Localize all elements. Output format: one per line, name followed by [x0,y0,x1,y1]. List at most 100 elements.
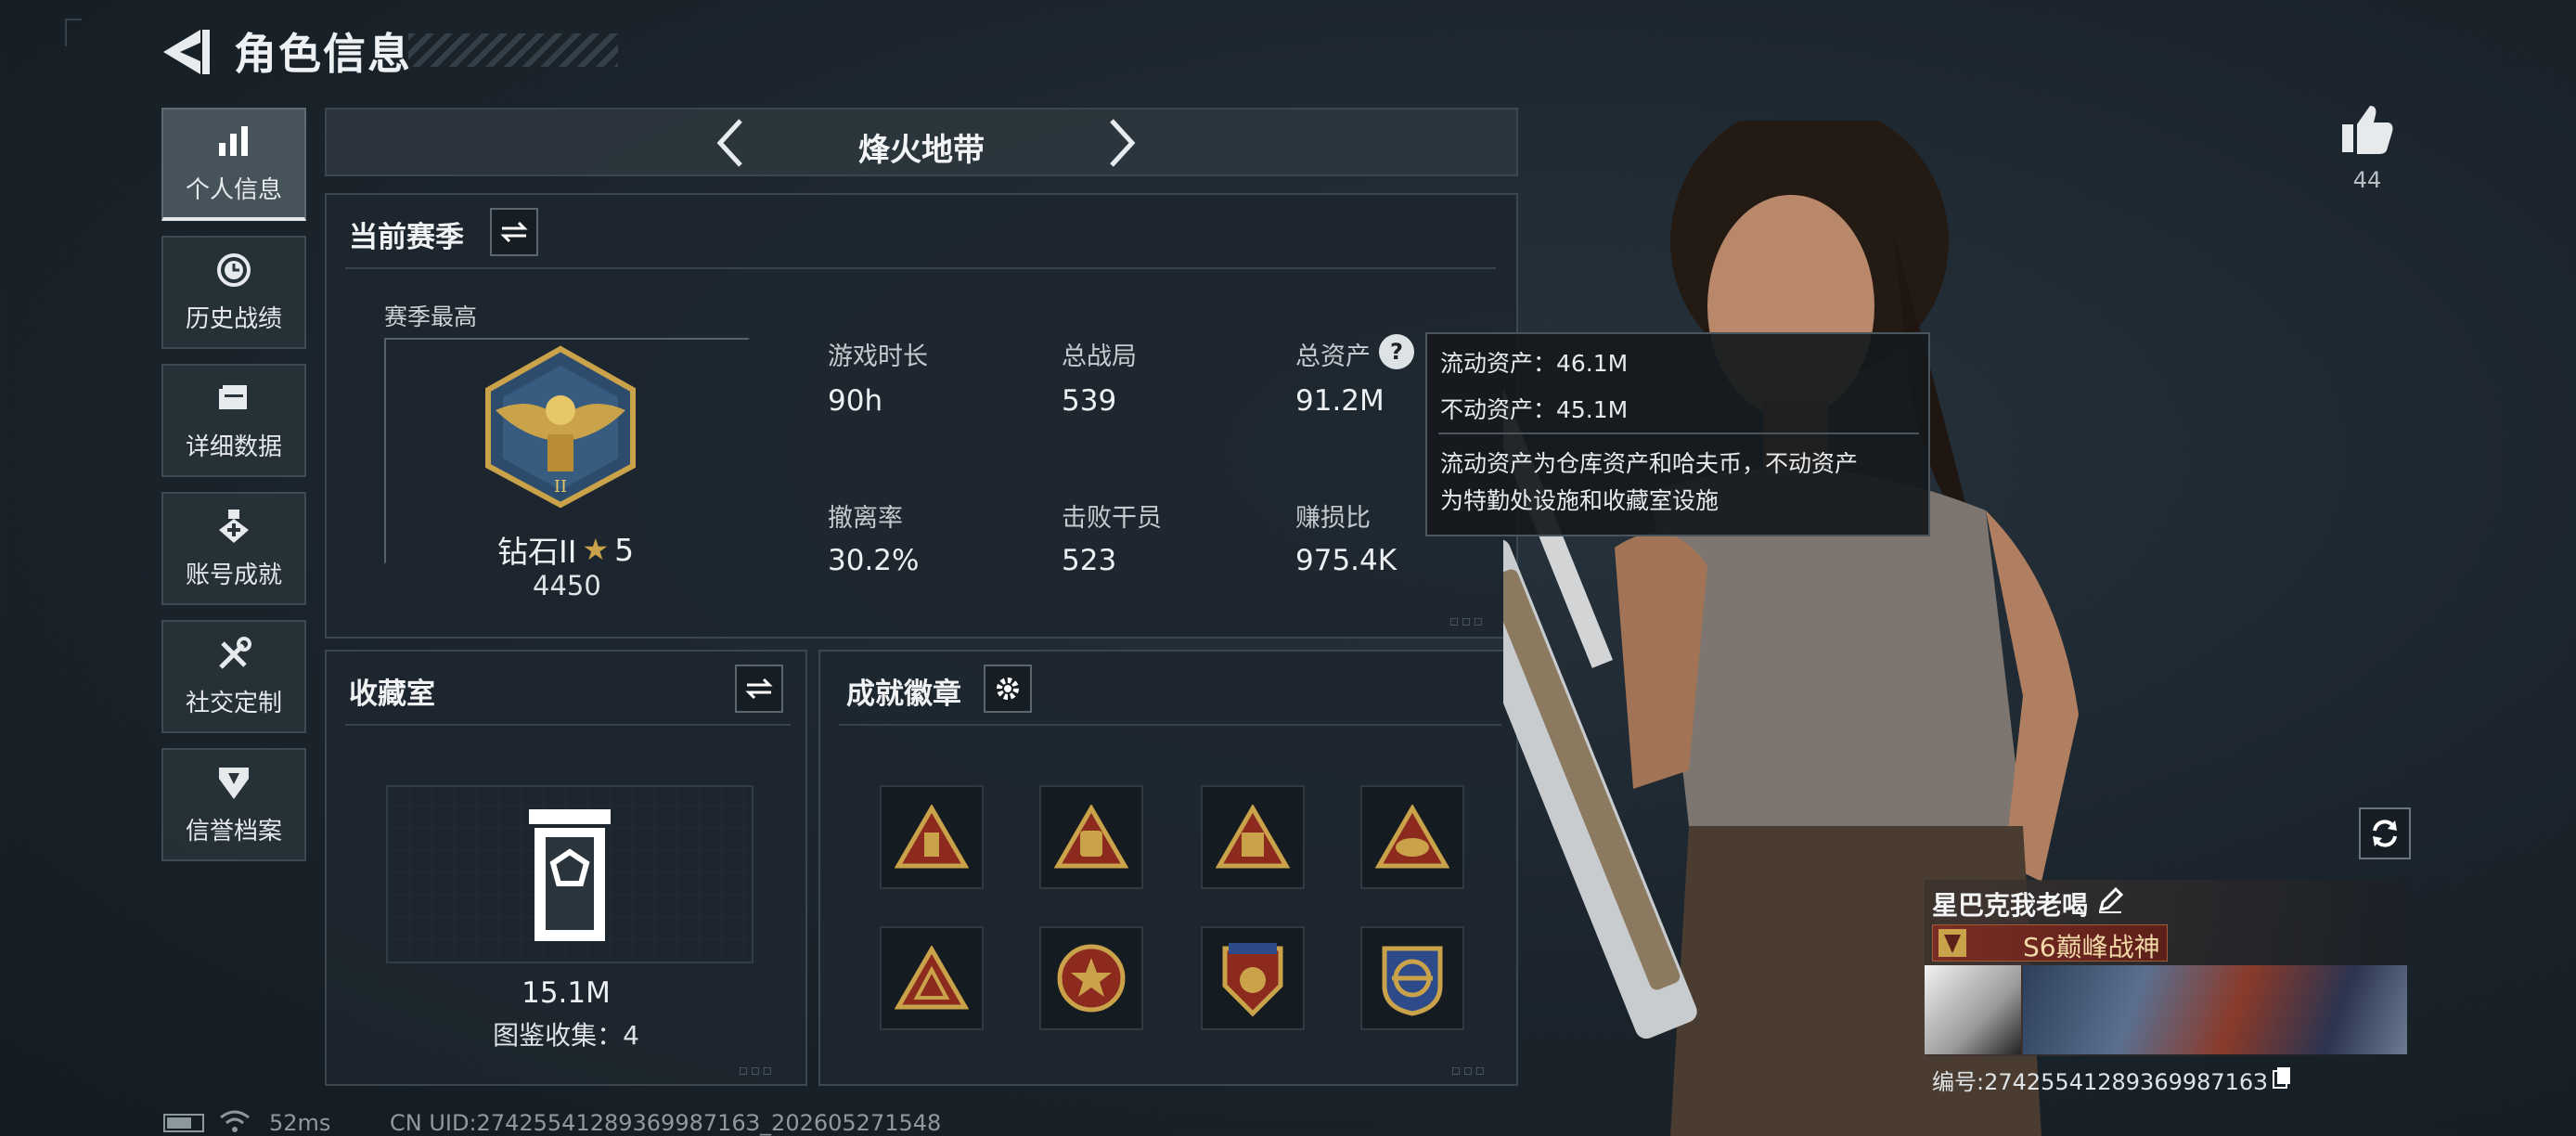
achievement-badge[interactable] [1201,785,1305,889]
sidebar-item-achievements[interactable]: 账号成就 [161,492,306,605]
mode-next-button[interactable] [1091,115,1147,171]
refresh-button[interactable] [2359,807,2411,859]
pencil-icon [2098,886,2124,913]
achievements-panel: 成就徽章 ◻◻◻ [818,650,1518,1086]
sidebar-item-history[interactable]: 历史战绩 [161,236,306,349]
rank-stars: 5 [614,531,635,568]
achievement-badge[interactable] [1039,785,1143,889]
achievements-settings-button[interactable] [984,665,1032,713]
stat-value: 30.2% [828,544,920,577]
stat-label: 撤离率 [828,504,903,533]
achievement-badge[interactable] [1360,785,1464,889]
mode-label: 烽火地带 [858,132,985,169]
stat-value: 90h [828,384,883,418]
page-title: 角色信息 [234,29,412,79]
sidebar-item-label: 历史战绩 [185,304,282,333]
collection-panel: 收藏室 15.1M 图鉴收集：4 ◻◻◻ [325,650,807,1086]
rank-emblem-icon: II [477,345,644,509]
sidebar-item-label: 详细数据 [185,432,282,461]
achievement-badge[interactable] [880,926,984,1030]
season-switch-button[interactable] [490,208,538,256]
gear-icon [997,678,1019,700]
round-badge-icon [1057,944,1126,1013]
stat-value: 523 [1062,544,1117,577]
ping-readout: 52ms [269,1110,331,1136]
sidebar-item-label: 账号成就 [185,561,282,589]
edit-name-button[interactable] [2095,885,2125,915]
achievement-badge[interactable] [1039,926,1143,1030]
swap-icon [745,678,773,700]
rank-points: 4450 [533,570,601,601]
sidebar-item-personal-info[interactable]: 个人信息 [161,108,306,221]
stat-label: 总战局 [1062,342,1137,371]
collection-catalog: 图鉴收集：4 [493,1020,639,1051]
tooltip-desc-line2: 为特勤处设施和收藏室设施 [1440,487,1719,514]
stat-value: 91.2M [1295,384,1385,418]
credit-shield-icon [215,764,252,801]
wifi-icon [219,1108,251,1134]
star-icon: ★ [582,532,610,567]
chevron-right-icon [1110,119,1136,167]
stat-label: 击败干员 [1062,504,1162,533]
corner-dots: ◻◻◻ [739,1064,775,1077]
triangle-badge-icon [895,946,969,1010]
rank-line: 钻石II ★ 5 [497,527,634,572]
copy-icon[interactable] [2272,1065,2292,1090]
player-id: 编号:2742554128936998716З [1932,1069,2268,1095]
refresh-icon [2373,820,2397,847]
player-name: 星巴克我老喝 [1932,890,2089,921]
achievement-badge[interactable] [1201,926,1305,1030]
tooltip-desc-line1: 流动资产为仓库资产和哈夫币，不动资产 [1440,450,1859,477]
sidebar-item-label: 信誉档案 [185,817,282,846]
title-decoration [408,33,618,67]
title-emblem-icon [1938,929,1966,957]
collection-preview[interactable] [386,785,753,963]
history-clock-icon [215,252,252,289]
sidebar-item-label: 社交定制 [185,689,282,717]
achievement-badge[interactable] [880,785,984,889]
assets-tooltip: 流动资产：46.1M 不动资产：45.1M 流动资产为仓库资产和哈夫币，不动资产… [1425,332,1930,536]
folder-icon [215,380,252,417]
sidebar-item-credit[interactable]: 信誉档案 [161,748,306,861]
season-best-label: 赛季最高 [384,303,478,330]
sidebar-item-social[interactable]: 社交定制 [161,620,306,733]
tooltip-liquid-assets: 流动资产：46.1M [1440,350,1629,377]
stat-label: 赚损比 [1295,504,1371,533]
back-button[interactable] [160,26,215,78]
player-title: S6巅峰战神 [2023,932,2160,962]
bar-chart-icon [215,123,252,160]
tooltip-divider [1438,432,1919,434]
achievement-badge[interactable] [1360,926,1464,1030]
achievements-title: 成就徽章 [846,678,961,711]
like-button[interactable] [2338,100,2396,158]
corner-decoration [65,19,82,46]
battery-icon [163,1114,204,1132]
rank-name: 钻石II [497,534,577,570]
avatar[interactable] [1925,965,2021,1054]
mode-selector: 烽火地带 [325,108,1518,176]
triangle-badge-icon [1054,805,1128,869]
profile-banner [2023,965,2407,1054]
svg-text:II: II [554,477,567,497]
sidebar-item-label: 个人信息 [185,175,282,204]
back-arrow-icon [163,30,210,74]
season-panel: 当前赛季 赛季最高 II 钻石II ★ 5 4450 游戏时长 90h 总战局 … [325,193,1518,639]
achievement-icon [215,508,252,545]
vault-icon [529,809,611,941]
triangle-badge-icon [1375,805,1449,869]
collection-title: 收藏室 [349,678,435,711]
round-badge-icon [1382,946,1443,1016]
collection-switch-button[interactable] [735,665,783,713]
like-count: 44 [2352,167,2382,193]
stat-value: 975.4K [1295,544,1397,577]
tools-icon [215,636,252,673]
thumbs-up-icon [2342,106,2393,154]
sidebar-item-detail-data[interactable]: 详细数据 [161,364,306,477]
corner-dots: ◻◻◻ [1449,614,1486,627]
help-icon[interactable]: ? [1379,334,1414,369]
footer-uid: CN UID:2742554128936998716З_202605271548 [390,1110,942,1136]
triangle-badge-icon [895,805,969,869]
season-title: 当前赛季 [349,221,464,254]
triangle-badge-icon [1216,805,1290,869]
stat-label: 总资产 [1295,342,1371,371]
